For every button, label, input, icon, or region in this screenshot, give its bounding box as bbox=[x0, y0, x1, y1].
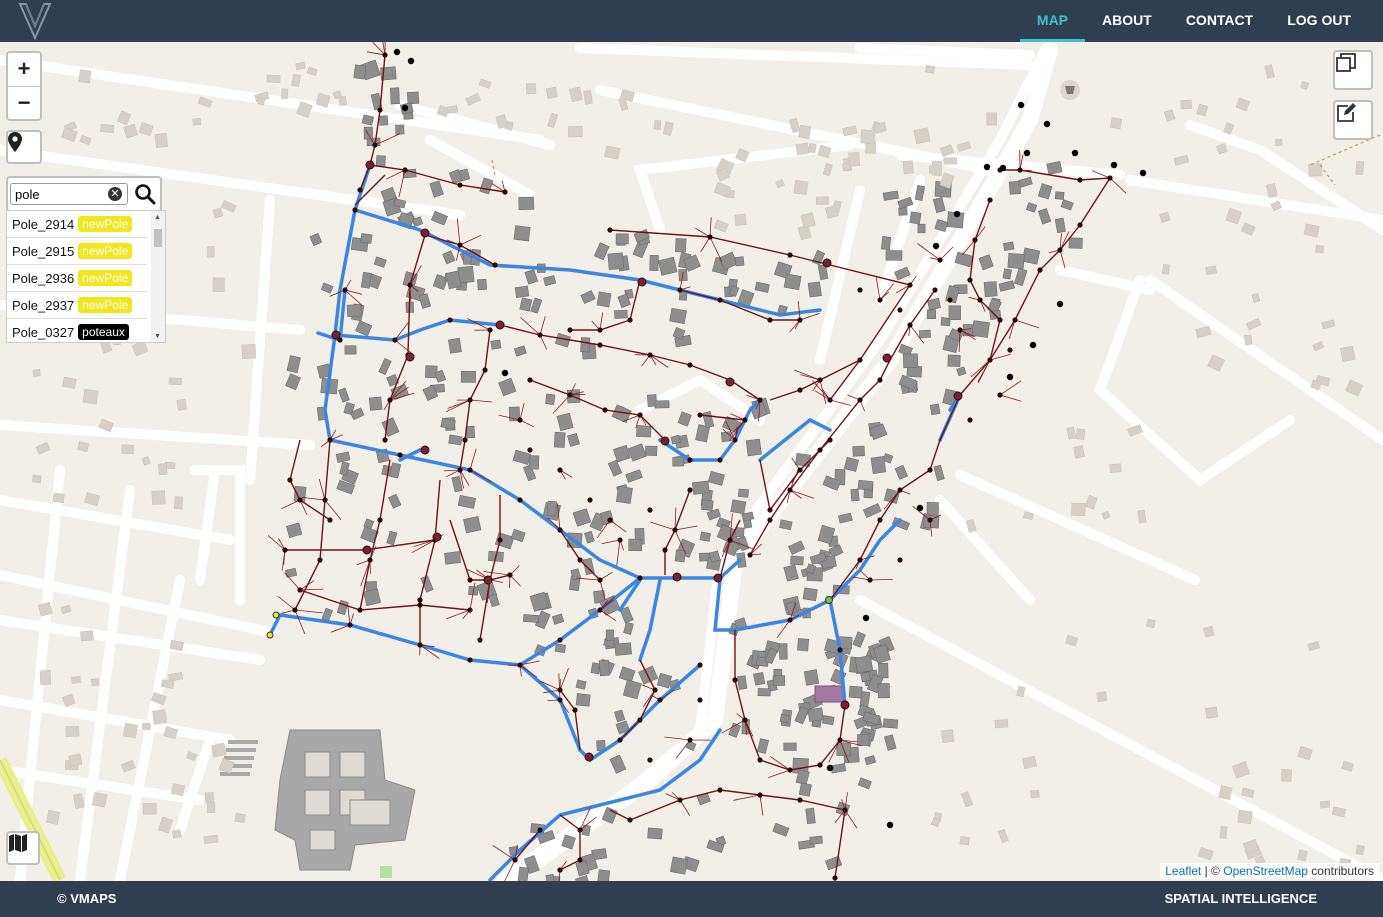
poi-icon bbox=[1060, 80, 1080, 100]
nav-about[interactable]: ABOUT bbox=[1085, 0, 1169, 42]
search-result-item[interactable]: Pole_2936 newPole bbox=[7, 265, 147, 292]
zoom-in-button[interactable]: + bbox=[8, 53, 40, 86]
result-type-badge: newPole bbox=[78, 243, 133, 259]
map-pin-icon bbox=[8, 132, 22, 152]
footer-tagline: SPATIAL INTELLIGENCE bbox=[1164, 891, 1317, 906]
result-type-badge: poteaux bbox=[78, 324, 129, 340]
zoom-out-button[interactable]: − bbox=[8, 86, 40, 120]
park-patch bbox=[380, 866, 392, 878]
leaflet-link[interactable]: Leaflet bbox=[1165, 864, 1201, 878]
green-node-marker bbox=[825, 596, 833, 604]
attribution-suffix: contributors bbox=[1311, 864, 1374, 878]
result-pole-name: Pole_2914 bbox=[12, 216, 75, 232]
copy-icon bbox=[1336, 53, 1356, 72]
large-building bbox=[274, 729, 416, 871]
result-type-badge: newPole bbox=[78, 270, 133, 286]
edit-icon bbox=[1337, 103, 1356, 122]
osm-link[interactable]: OpenStreetMap bbox=[1223, 864, 1308, 878]
scroll-up-icon[interactable]: ▲ bbox=[154, 214, 161, 221]
search-result-item[interactable]: Pole_0327 poteaux bbox=[7, 319, 147, 342]
vmaps-logo[interactable] bbox=[18, 2, 52, 40]
result-pole-name: Pole_2915 bbox=[12, 243, 75, 259]
copy-layer-button[interactable] bbox=[1333, 50, 1373, 90]
results-scrollbar[interactable]: ▲ ▼ bbox=[151, 211, 165, 342]
result-type-badge: newPole bbox=[78, 216, 133, 232]
search-result-item[interactable]: Pole_2914 newPole bbox=[7, 211, 147, 238]
result-pole-name: Pole_2936 bbox=[12, 270, 75, 286]
search-results-list[interactable]: Pole_2914 newPole Pole_2915 newPole Pole_293… bbox=[6, 210, 166, 343]
nav-contact[interactable]: CONTACT bbox=[1169, 0, 1270, 42]
search-icon[interactable] bbox=[134, 183, 156, 205]
map-attribution: Leaflet | © OpenStreetMap contributors bbox=[1160, 863, 1379, 879]
zoom-control: + − bbox=[6, 51, 42, 121]
nav-map[interactable]: MAP bbox=[1019, 0, 1086, 42]
search-control: ✕ bbox=[6, 176, 162, 212]
result-type-badge: newPole bbox=[78, 297, 133, 313]
edit-button[interactable] bbox=[1333, 100, 1373, 140]
locate-button[interactable] bbox=[6, 130, 42, 164]
yellow-node-marker-2 bbox=[266, 631, 274, 639]
search-result-item[interactable]: Pole_2937 newPole bbox=[7, 292, 147, 319]
attribution-separator: | © bbox=[1204, 864, 1220, 878]
yellow-node-marker bbox=[272, 611, 280, 619]
result-pole-name: Pole_2937 bbox=[12, 297, 75, 313]
footer-copyright: © VMAPS bbox=[57, 891, 117, 906]
basemap-layers-button[interactable] bbox=[6, 831, 40, 865]
search-result-item[interactable]: Pole_2915 newPole bbox=[7, 238, 147, 265]
nav-logout[interactable]: LOG OUT bbox=[1270, 0, 1368, 42]
network-red-lines bbox=[285, 54, 1111, 879]
dashed-path bbox=[1309, 134, 1381, 186]
map-canvas[interactable] bbox=[0, 42, 1383, 881]
map-icon bbox=[9, 834, 27, 852]
clear-search-icon[interactable]: ✕ bbox=[108, 187, 122, 201]
scroll-down-icon[interactable]: ▼ bbox=[154, 333, 161, 340]
scroll-thumb[interactable] bbox=[154, 229, 162, 247]
result-pole-name: Pole_0327 bbox=[12, 324, 75, 340]
main-nav: MAP ABOUT CONTACT LOG OUT bbox=[1019, 0, 1383, 42]
map-view[interactable]: + − ✕ Pole_2914newPolePole_2915newPolePo… bbox=[0, 42, 1383, 881]
highlighted-parcel bbox=[814, 685, 844, 703]
footer: © VMAPS SPATIAL INTELLIGENCE bbox=[0, 881, 1383, 917]
top-navbar: MAP ABOUT CONTACT LOG OUT bbox=[0, 0, 1383, 42]
